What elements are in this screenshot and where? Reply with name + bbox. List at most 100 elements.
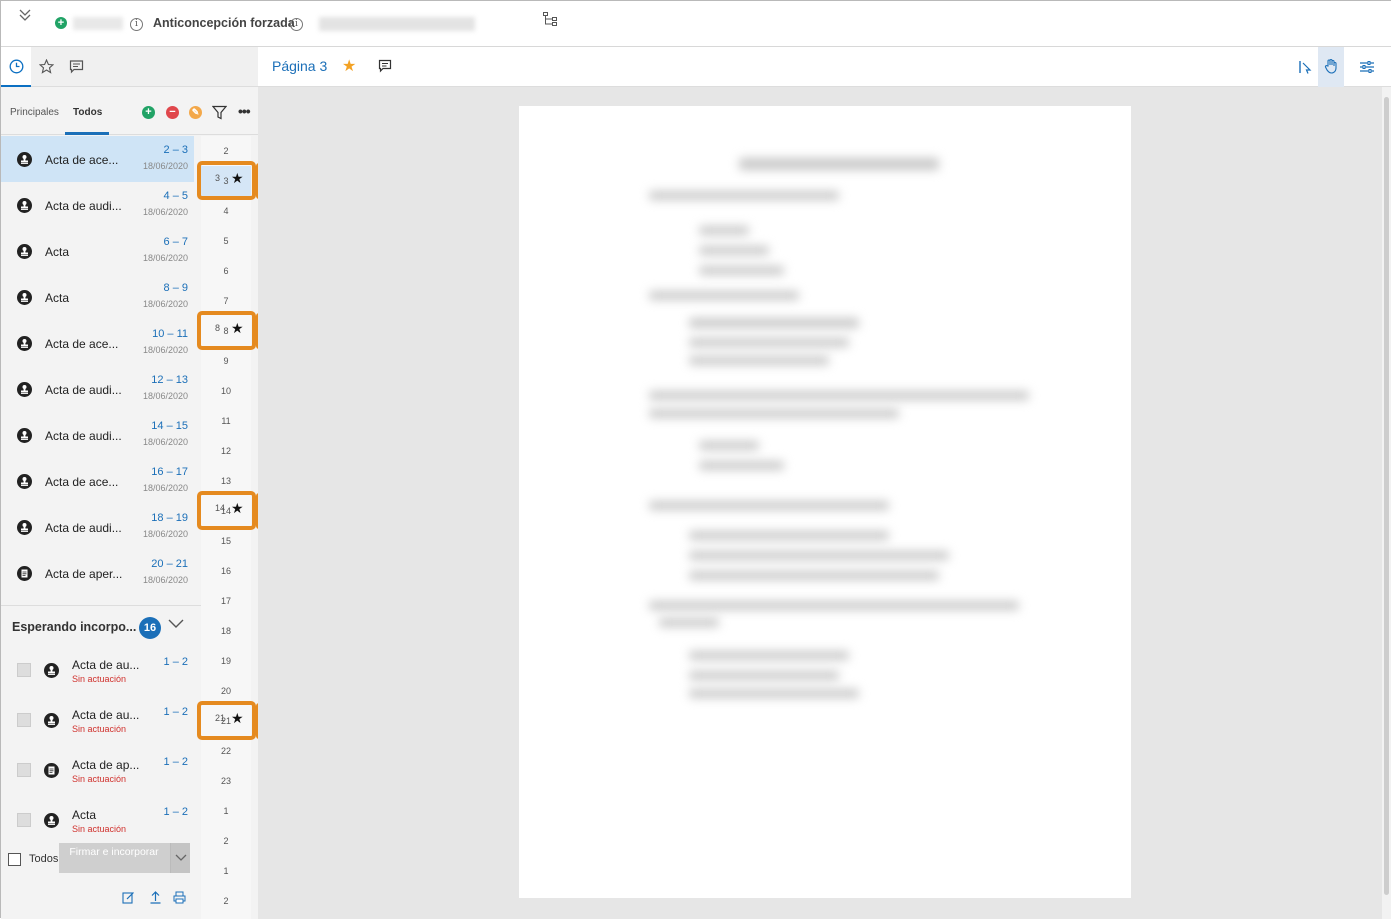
comment-icon bbox=[69, 60, 83, 74]
document-list-item[interactable]: Acta de ace... 2 – 3 18/06/2020 bbox=[1, 136, 194, 182]
pending-list-item[interactable]: Acta de au... Sin actuación 1 – 2 bbox=[1, 700, 194, 750]
add-document-button[interactable]: + bbox=[142, 106, 155, 119]
chevron-down-icon[interactable] bbox=[170, 843, 190, 873]
document-list-item[interactable]: Acta de ace... 10 – 11 18/06/2020 bbox=[1, 320, 194, 366]
redacted-case-id bbox=[73, 17, 123, 30]
page-thumbnail[interactable]: 4 bbox=[201, 196, 251, 226]
select-all-checkbox[interactable] bbox=[8, 853, 21, 866]
star-icon[interactable]: ★ bbox=[342, 56, 356, 76]
page-thumbnail[interactable]: 18 bbox=[201, 616, 251, 646]
page-range-link[interactable]: 6 – 7 bbox=[164, 236, 188, 248]
info-icon[interactable]: i bbox=[290, 18, 303, 31]
star-icon: ★ bbox=[231, 320, 244, 336]
comments-tab[interactable] bbox=[61, 47, 91, 87]
hierarchy-icon[interactable] bbox=[543, 12, 557, 26]
page-thumbnail[interactable]: 1 bbox=[201, 856, 251, 886]
info-icon[interactable]: i bbox=[130, 18, 143, 31]
document-list-item[interactable]: Acta de audi... 14 – 15 18/06/2020 bbox=[1, 412, 194, 458]
pending-list-item[interactable]: Acta de au... Sin actuación 1 – 2 bbox=[1, 650, 194, 700]
print-icon[interactable] bbox=[173, 891, 186, 904]
collapse-icon[interactable] bbox=[17, 7, 35, 25]
page-thumbnail[interactable]: 2 bbox=[201, 826, 251, 856]
document-date: 18/06/2020 bbox=[142, 575, 188, 585]
history-tab[interactable] bbox=[1, 47, 31, 87]
upload-icon[interactable] bbox=[149, 891, 162, 904]
item-checkbox[interactable] bbox=[17, 663, 31, 677]
document-list-item[interactable]: Acta de aper... 20 – 21 18/06/2020 bbox=[1, 550, 194, 596]
page-thumbnail[interactable]: 6 bbox=[201, 256, 251, 286]
page-range-link[interactable]: 1 – 2 bbox=[164, 656, 188, 668]
page-thumbnail[interactable]: 1 bbox=[201, 796, 251, 826]
document-list-item[interactable]: Acta 6 – 7 18/06/2020 bbox=[1, 228, 194, 274]
page-range-link[interactable]: 1 – 2 bbox=[164, 706, 188, 718]
document-viewer[interactable] bbox=[258, 87, 1382, 919]
stamp-icon bbox=[44, 713, 59, 728]
pending-header[interactable]: Esperando incorpo... bbox=[12, 620, 136, 634]
document-list-item[interactable]: Acta 8 – 9 18/06/2020 bbox=[1, 274, 194, 320]
document-date: 18/06/2020 bbox=[142, 483, 188, 493]
document-list-item[interactable]: Acta de audi... 18 – 19 18/06/2020 bbox=[1, 504, 194, 550]
pending-count-badge: 16 bbox=[139, 617, 161, 639]
pending-item-status: Sin actuación bbox=[72, 774, 127, 784]
page-range-link[interactable]: 20 – 21 bbox=[151, 558, 188, 570]
edit-icon[interactable] bbox=[122, 891, 135, 904]
page-range-link[interactable]: 14 – 15 bbox=[151, 420, 188, 432]
page-thumbnail[interactable]: 11 bbox=[201, 406, 251, 436]
comment-icon[interactable] bbox=[378, 59, 392, 73]
page-thumbnail[interactable]: 2 bbox=[201, 886, 251, 916]
filter-icon[interactable] bbox=[211, 105, 228, 120]
page-thumbnail[interactable]: 9 bbox=[201, 346, 251, 376]
tab-principales[interactable]: Principales bbox=[10, 107, 59, 118]
stamp-icon bbox=[17, 382, 32, 397]
more-options-icon[interactable]: ••• bbox=[238, 103, 251, 119]
page-thumbnail[interactable]: 10 bbox=[201, 376, 251, 406]
bookmarked-page-number: 14 bbox=[215, 503, 226, 513]
item-checkbox[interactable] bbox=[17, 713, 31, 727]
document-name: Acta de ace... bbox=[45, 153, 119, 167]
document-list-item[interactable]: Acta de audi... 12 – 13 18/06/2020 bbox=[1, 366, 194, 412]
page-range-link[interactable]: 4 – 5 bbox=[164, 190, 188, 202]
page-thumbnail[interactable]: 23 bbox=[201, 766, 251, 796]
remove-document-button[interactable]: − bbox=[166, 106, 179, 119]
hand-icon bbox=[1324, 58, 1337, 74]
scrollbar-thumb[interactable] bbox=[1384, 97, 1389, 895]
sign-and-incorporate-button[interactable]: Firmar e incorporar bbox=[59, 843, 190, 873]
page-range-link[interactable]: 10 – 11 bbox=[152, 328, 188, 340]
settings-tool[interactable] bbox=[1354, 47, 1380, 87]
page-thumbnail[interactable]: 15 bbox=[201, 526, 251, 556]
page-range-link[interactable]: 2 – 3 bbox=[164, 144, 188, 156]
page-thumbnail[interactable]: 12 bbox=[201, 436, 251, 466]
document-list-item[interactable]: Acta de audi... 4 – 5 18/06/2020 bbox=[1, 182, 194, 228]
bookmarked-page-highlight[interactable]: 8 ★ bbox=[197, 311, 256, 350]
page-range-link[interactable]: 1 – 2 bbox=[164, 806, 188, 818]
page-thumbnail[interactable]: 16 bbox=[201, 556, 251, 586]
document-date: 18/06/2020 bbox=[142, 391, 188, 401]
bookmarked-page-highlight[interactable]: 14 ★ bbox=[197, 491, 256, 530]
pending-item-name: Acta de ap... bbox=[72, 758, 140, 772]
pan-tool[interactable] bbox=[1318, 47, 1344, 87]
pending-list-item[interactable]: Acta de ap... Sin actuación 1 – 2 bbox=[1, 750, 194, 800]
document-list-item[interactable]: Acta de ace... 16 – 17 18/06/2020 bbox=[1, 458, 194, 504]
edit-document-button[interactable]: ✎ bbox=[189, 106, 202, 119]
page-thumbnail[interactable]: 19 bbox=[201, 646, 251, 676]
text-select-tool[interactable] bbox=[1292, 47, 1318, 87]
page-thumbnail[interactable]: 22 bbox=[201, 736, 251, 766]
favorites-tab[interactable] bbox=[31, 47, 61, 87]
page-range-link[interactable]: 12 – 13 bbox=[151, 374, 188, 386]
tab-todos[interactable]: Todos bbox=[73, 107, 102, 118]
page-range-link[interactable]: 1 – 2 bbox=[164, 756, 188, 768]
add-icon[interactable]: + bbox=[55, 17, 67, 29]
document-date: 18/06/2020 bbox=[142, 299, 188, 309]
page-range-link[interactable]: 16 – 17 bbox=[151, 466, 188, 478]
star-icon: ★ bbox=[231, 500, 244, 516]
page-range-link[interactable]: 8 – 9 bbox=[164, 282, 188, 294]
chevron-down-icon[interactable] bbox=[168, 616, 184, 632]
page-thumbnail[interactable]: 5 bbox=[201, 226, 251, 256]
item-checkbox[interactable] bbox=[17, 813, 31, 827]
page-thumbnail[interactable]: 17 bbox=[201, 586, 251, 616]
page-range-link[interactable]: 18 – 19 bbox=[151, 512, 188, 524]
item-checkbox[interactable] bbox=[17, 763, 31, 777]
bookmarked-page-highlight[interactable]: 21 ★ bbox=[197, 701, 256, 740]
bookmarked-page-highlight[interactable]: 3 ★ bbox=[197, 161, 256, 200]
pending-item-status: Sin actuación bbox=[72, 674, 127, 684]
